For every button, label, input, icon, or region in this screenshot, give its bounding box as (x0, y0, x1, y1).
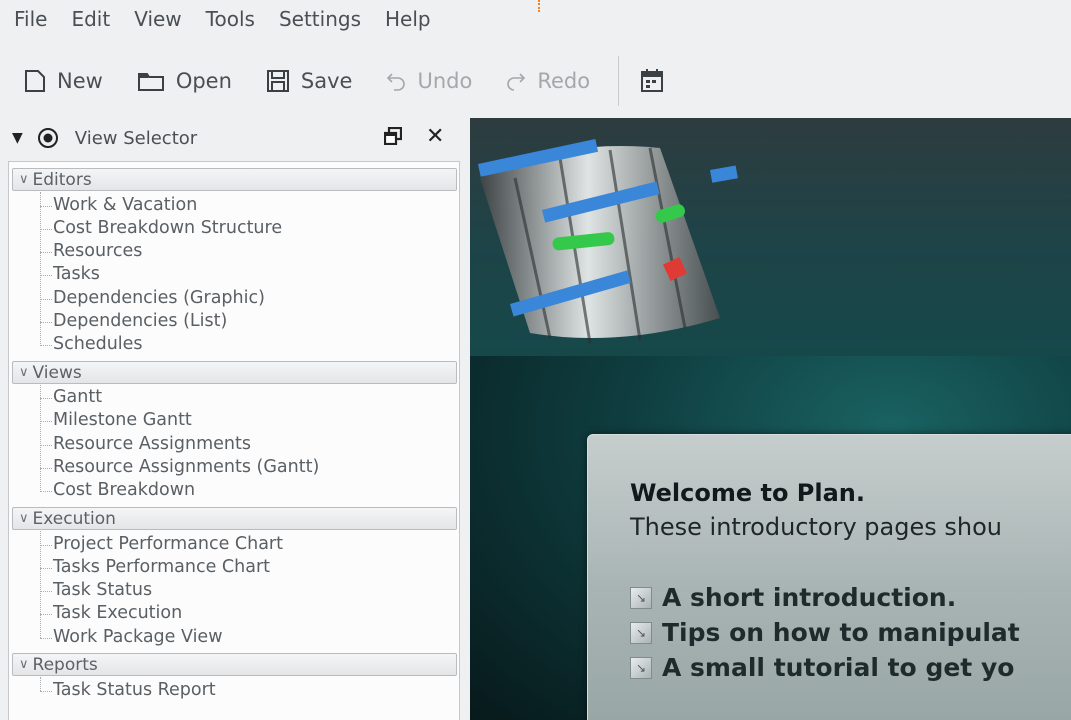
link-icon: ↘ (630, 621, 652, 644)
tree-item-schedules[interactable]: Schedules (53, 333, 143, 355)
main-toolbar: New Open Save Undo Redo (0, 52, 710, 110)
welcome-heading: Welcome to Plan. (630, 479, 866, 507)
save-button[interactable]: Save (266, 69, 353, 93)
redo-button[interactable]: Redo (506, 69, 590, 93)
intro-link-label: A short introduction. (662, 583, 957, 612)
new-document-icon (25, 70, 45, 92)
view-selector-tree: ∨ Editors Work & Vacation Cost Breakdown … (8, 161, 460, 720)
calendar-button[interactable] (639, 68, 676, 94)
close-dock-icon[interactable]: ✕ (426, 124, 444, 149)
welcome-subtitle: These introductory pages shou (630, 513, 1002, 541)
plan-logo (477, 139, 738, 344)
collapse-triangle-icon[interactable]: ▼ (12, 130, 23, 146)
category-label: Editors (32, 169, 92, 190)
category-views[interactable]: ∨ Views (12, 361, 457, 384)
tree-item-resource-assignments-gantt[interactable]: Resource Assignments (Gantt) (53, 456, 319, 478)
menu-edit[interactable]: Edit (59, 7, 122, 37)
link-icon: ↘ (630, 656, 652, 679)
chevron-down-icon: ∨ (19, 511, 29, 526)
save-button-label: Save (300, 69, 353, 93)
chevron-down-icon: ∨ (19, 657, 29, 672)
category-label: Execution (32, 508, 116, 529)
tree-item-tasks[interactable]: Tasks (53, 263, 100, 285)
tree-item-gantt[interactable]: Gantt (53, 386, 102, 408)
category-editors[interactable]: ∨ Editors (12, 168, 457, 191)
redo-button-label: Redo (537, 69, 591, 93)
undo-button[interactable]: Undo (386, 69, 472, 93)
category-execution[interactable]: ∨ Execution (12, 507, 457, 530)
new-button[interactable]: New (24, 69, 103, 93)
tutorial-link[interactable]: ↘ A small tutorial to get yo (630, 653, 1014, 682)
undo-icon (387, 73, 406, 91)
undo-button-label: Undo (417, 69, 473, 93)
new-button-label: New (57, 69, 103, 93)
tree-branch-line (40, 677, 41, 691)
category-reports[interactable]: ∨ Reports (12, 653, 457, 676)
chevron-down-icon: ∨ (19, 172, 29, 187)
tutorial-link-label: A small tutorial to get yo (662, 653, 1015, 682)
tree-item-resources[interactable]: Resources (53, 240, 142, 262)
tips-link[interactable]: ↘ Tips on how to manipulat (630, 618, 1020, 647)
tree-branch-line (40, 531, 41, 638)
welcome-banner (470, 118, 1071, 356)
redo-icon (507, 73, 526, 91)
welcome-view: Welcome to Plan. These introductory page… (470, 118, 1071, 720)
tree-item-dependencies-list[interactable]: Dependencies (List) (53, 310, 227, 332)
menu-bar: File Edit View Tools Settings Help (0, 0, 1071, 44)
dock-title-label: View Selector (74, 127, 198, 149)
view-selector-icon (37, 128, 58, 148)
category-label: Reports (32, 654, 98, 675)
tree-item-milestone-gantt[interactable]: Milestone Gantt (53, 409, 192, 431)
intro-link[interactable]: ↘ A short introduction. (630, 583, 956, 612)
open-button-label: Open (175, 69, 232, 93)
open-button[interactable]: Open (137, 69, 232, 93)
link-icon: ↘ (630, 586, 652, 609)
chevron-down-icon: ∨ (19, 365, 29, 380)
tree-item-cost-breakdown[interactable]: Cost Breakdown (53, 479, 195, 501)
tree-item-work-vacation[interactable]: Work & Vacation (53, 194, 197, 216)
menu-file[interactable]: File (8, 7, 59, 37)
tips-link-label: Tips on how to manipulat (662, 618, 1020, 647)
tree-item-task-status-report[interactable]: Task Status Report (53, 679, 216, 701)
tree-item-dependencies-graphic[interactable]: Dependencies (Graphic) (53, 287, 265, 309)
save-icon (266, 70, 289, 92)
float-dock-icon[interactable] (384, 127, 402, 145)
welcome-card: Welcome to Plan. These introductory page… (587, 434, 1071, 720)
menu-view[interactable]: View (122, 7, 193, 37)
tree-item-task-execution[interactable]: Task Execution (53, 602, 182, 624)
tree-item-project-performance-chart[interactable]: Project Performance Chart (53, 533, 283, 555)
toolbar-separator (618, 56, 620, 106)
tree-item-resource-assignments[interactable]: Resource Assignments (53, 433, 251, 455)
tree-item-tasks-performance-chart[interactable]: Tasks Performance Chart (53, 556, 270, 578)
category-label: Views (32, 362, 82, 383)
tree-item-cost-breakdown-structure[interactable]: Cost Breakdown Structure (53, 217, 282, 239)
menu-help[interactable]: Help (373, 7, 443, 37)
tree-branch-line (40, 385, 41, 492)
tree-item-work-package-view[interactable]: Work Package View (53, 626, 223, 648)
menu-settings[interactable]: Settings (267, 7, 373, 37)
tree-item-task-status[interactable]: Task Status (53, 579, 152, 601)
focus-marker (538, 0, 540, 12)
calendar-icon (641, 69, 664, 92)
open-folder-icon (137, 73, 164, 91)
menu-tools[interactable]: Tools (194, 7, 267, 37)
